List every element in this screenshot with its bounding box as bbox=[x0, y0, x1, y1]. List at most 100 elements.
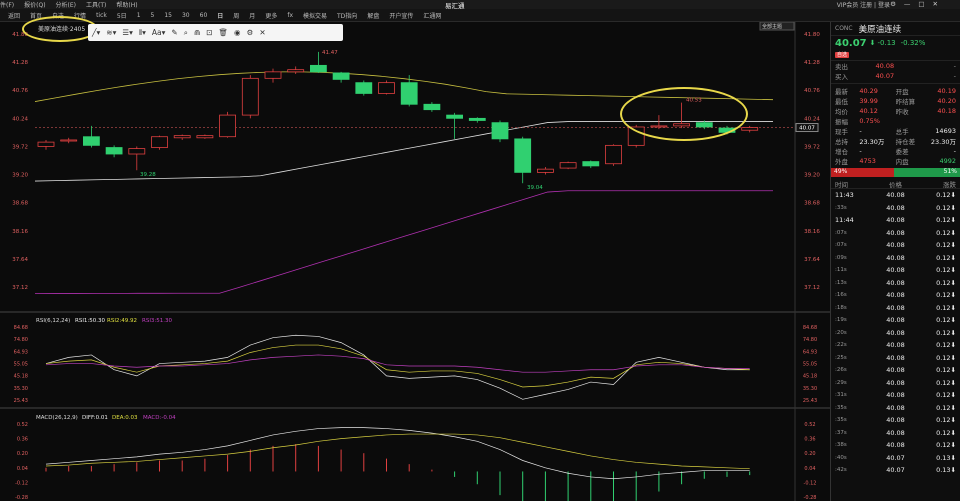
period-30[interactable]: 30 bbox=[182, 12, 190, 19]
candle-body bbox=[468, 117, 486, 121]
tick-row: :19s 40.08 0.12⬇ bbox=[831, 314, 960, 327]
user-links[interactable]: VIP会员 注册 | 登录 bbox=[837, 0, 890, 9]
stats-row: 最新 40.29 开盘 40.19 bbox=[831, 86, 960, 96]
tick-price: 40.08 bbox=[886, 278, 905, 287]
tick-change: 0.12⬇ bbox=[936, 191, 956, 200]
stats-row: 最低 39.99 昨结算 40.20 bbox=[831, 96, 960, 106]
lock-icon[interactable]: ⊡ bbox=[206, 28, 212, 37]
line-tool-icon[interactable]: ╱▾ bbox=[92, 28, 100, 37]
period-15[interactable]: 15 bbox=[164, 12, 172, 19]
stats-cell: 40.18 bbox=[937, 107, 956, 115]
period-1[interactable]: 1 bbox=[137, 12, 141, 19]
candle-body bbox=[559, 162, 577, 169]
rsi-axis-label-right: 84.68 bbox=[803, 325, 817, 331]
close-icon[interactable]: ✕ bbox=[259, 28, 265, 37]
macd-axis-label-right: 0.20 bbox=[804, 451, 815, 457]
tick-time: :13s bbox=[835, 279, 847, 286]
ticks-header-price: 价格 bbox=[889, 180, 902, 189]
period-5day[interactable]: 5日 bbox=[117, 11, 127, 20]
stats-cell: 14693 bbox=[935, 127, 956, 135]
candle-body bbox=[128, 148, 146, 155]
ask-label: 买入 bbox=[835, 73, 848, 81]
channel-tool-icon[interactable]: ≋▾ bbox=[106, 28, 116, 37]
period-week[interactable]: 周 bbox=[233, 11, 239, 20]
candle-body bbox=[196, 135, 214, 139]
tick-row: :11s 40.08 0.12⬇ bbox=[831, 264, 960, 277]
tick-change: 0.12⬇ bbox=[936, 278, 956, 287]
period-60[interactable]: 60 bbox=[200, 12, 208, 19]
menu-quote[interactable]: 报价(Q) bbox=[24, 0, 45, 9]
tick-time: :11s bbox=[835, 267, 847, 274]
menu-file[interactable]: 件(F) bbox=[0, 0, 14, 9]
pencil-icon[interactable]: ✎ bbox=[171, 28, 177, 37]
tick-time: :07s bbox=[835, 229, 847, 236]
open-account-button[interactable]: 开户宣传 bbox=[389, 11, 413, 20]
tick-price: 40.08 bbox=[886, 391, 905, 400]
price-axis-label-left: 41.28 bbox=[12, 60, 28, 66]
formula-button[interactable]: fx bbox=[287, 12, 293, 19]
tick-price: 40.07 bbox=[886, 453, 905, 462]
tick-row: :26s 40.08 0.12⬇ bbox=[831, 364, 960, 377]
macd-diff-line bbox=[45, 427, 750, 480]
stats-cell: 持仓差 bbox=[895, 138, 916, 146]
stats-cell: 均价 bbox=[835, 108, 848, 116]
buy-sell-ratio-bar: 49% 51% bbox=[831, 168, 960, 177]
price-change: -0.13 bbox=[877, 39, 896, 47]
stats-cell: 总持 bbox=[835, 138, 848, 146]
rsi-axis-label-right: 64.93 bbox=[803, 349, 817, 355]
eye-icon[interactable]: ◉ bbox=[234, 28, 241, 37]
period-day[interactable]: 日 bbox=[217, 11, 223, 20]
price-axis-label-left: 38.68 bbox=[12, 201, 28, 207]
price-axis-label-left: 37.64 bbox=[12, 257, 28, 263]
menu-tools[interactable]: 工具(T) bbox=[86, 0, 106, 9]
stats-cell: 40.19 bbox=[937, 87, 956, 95]
rsi-axis-label-right: 25.43 bbox=[803, 398, 817, 404]
magnet-icon[interactable]: ⋒ bbox=[194, 28, 200, 37]
td-button[interactable]: TD指向 bbox=[337, 11, 357, 20]
rsi-axis-label: 55.05 bbox=[14, 362, 28, 368]
window-controls[interactable]: ⚙—□✕ bbox=[890, 0, 946, 8]
rsi-axis-label: 64.93 bbox=[14, 349, 28, 355]
price-axis-label: 38.68 bbox=[804, 201, 820, 207]
stats-cell: 总手 bbox=[895, 128, 909, 136]
tick-row: :35s 40.08 0.12⬇ bbox=[831, 414, 960, 427]
trash-icon[interactable]: 🗑 bbox=[219, 28, 229, 37]
menu-analysis[interactable]: 分析(E) bbox=[56, 0, 76, 9]
ticks-list[interactable]: 11:43 40.08 0.12⬇:33s 40.08 0.12⬇ 11:44 40.08 0… bbox=[831, 189, 960, 477]
analysis-button[interactable]: 解盘 bbox=[367, 11, 379, 20]
stats-cell: 现手 bbox=[835, 128, 848, 136]
period-month[interactable]: 月 bbox=[249, 11, 255, 20]
candle-body bbox=[309, 64, 327, 73]
watchlist-badge[interactable]: 自选 bbox=[835, 52, 850, 58]
settings-icon[interactable]: ⚙ bbox=[247, 28, 254, 37]
macd-axis-label-right: 0.04 bbox=[804, 466, 815, 472]
stats-row: 均价 40.12 昨收 40.18 bbox=[831, 106, 960, 116]
text-tool-icon[interactable]: Aa▾ bbox=[152, 28, 166, 37]
theme-button-label: 全部主题 bbox=[762, 23, 782, 30]
period-tick[interactable]: tick bbox=[96, 12, 107, 19]
tick-price: 40.08 bbox=[886, 203, 905, 212]
period-5[interactable]: 5 bbox=[151, 12, 155, 19]
period-more[interactable]: 更多 bbox=[265, 11, 277, 20]
sim-trade-button[interactable]: 模拟交易 bbox=[303, 11, 327, 20]
fib-tool-icon[interactable]: ☰▾ bbox=[122, 28, 133, 37]
gann-tool-icon[interactable]: ⦀▾ bbox=[139, 28, 146, 38]
price-axis-label-left: 37.12 bbox=[12, 285, 28, 291]
huitong-button[interactable]: 汇通网 bbox=[423, 11, 441, 20]
low-annotation: 39.28 bbox=[140, 172, 156, 178]
stats-cell: 40.12 bbox=[859, 107, 878, 115]
macd-dea-line bbox=[45, 433, 750, 470]
candle-body bbox=[151, 136, 168, 148]
tick-change: 0.12⬇ bbox=[936, 216, 956, 225]
menu-help[interactable]: 帮助(H) bbox=[116, 0, 137, 9]
candle-body bbox=[219, 114, 237, 138]
bid-price: 40.08 bbox=[875, 62, 895, 70]
quote-panel: CONC 美原油连续 40.07 ⬇ -0.13 -0.32% 自选 卖出 40… bbox=[830, 22, 960, 501]
badge-row: 自选 bbox=[831, 50, 960, 60]
back-button[interactable]: 返回 bbox=[8, 11, 20, 20]
candle-body bbox=[741, 127, 759, 131]
ticks-header: 时间 价格 涨跌 bbox=[831, 179, 960, 189]
ratio-buy: 49% bbox=[831, 168, 895, 177]
brush-icon[interactable]: ⌕ bbox=[184, 28, 188, 38]
tick-row: :25s 40.08 0.12⬇ bbox=[831, 352, 960, 365]
